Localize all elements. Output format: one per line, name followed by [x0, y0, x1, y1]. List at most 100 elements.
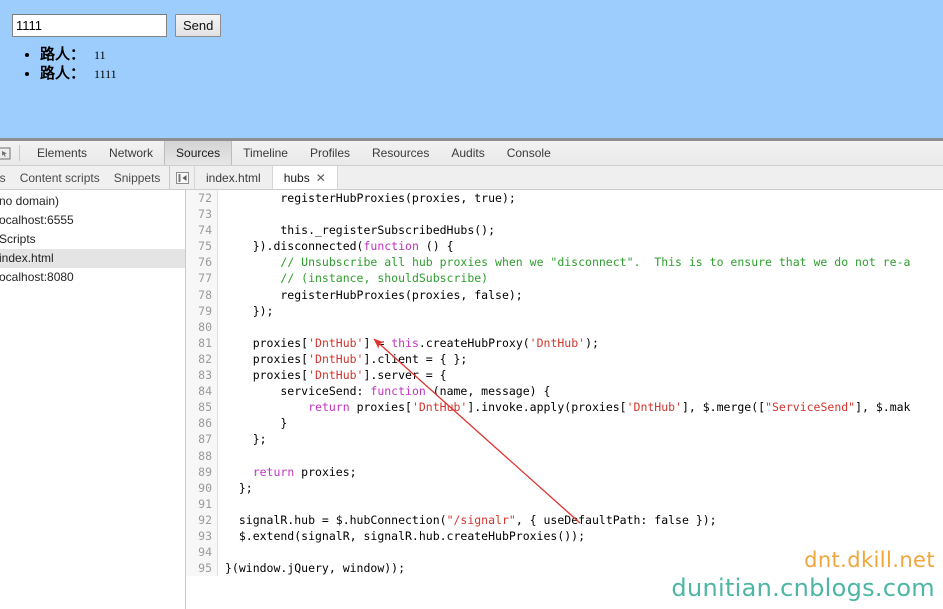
code-text[interactable]: return proxies['DntHub'].invoke.apply(pr…	[218, 399, 910, 415]
file-tab-label: index.html	[206, 170, 261, 185]
code-text[interactable]: registerHubProxies(proxies, false);	[218, 287, 522, 303]
code-text[interactable]	[218, 544, 225, 560]
navigator-tab-strip: es Content scripts Snippets	[0, 166, 170, 189]
list-item: 路人： 1111	[40, 65, 117, 84]
line-number[interactable]: 75	[186, 238, 218, 255]
code-text[interactable]: // (instance, shouldSubscribe)	[218, 270, 488, 286]
line-number[interactable]: 87	[186, 431, 218, 448]
nav-tab-content-scripts[interactable]: Content scripts	[13, 171, 107, 185]
code-text[interactable]	[218, 206, 225, 222]
code-text[interactable]: // Unsubscribe all hub proxies when we "…	[218, 254, 910, 270]
web-page-viewport: Send 路人： 11 路人： 1111	[0, 0, 943, 138]
line-number[interactable]: 77	[186, 270, 218, 287]
source-code-editor[interactable]: 72 registerHubProxies(proxies, true); 73 7…	[186, 190, 943, 609]
tree-item-no-domain[interactable]: no domain)	[0, 192, 185, 211]
tree-item-index-html[interactable]: index.html	[0, 249, 185, 268]
line-number[interactable]: 74	[186, 222, 218, 239]
message-list: 路人： 11 路人： 1111	[12, 46, 117, 84]
devtools-toolbar: Elements Network Sources Timeline Profil…	[0, 141, 943, 166]
list-item: 路人： 11	[40, 46, 117, 65]
line-number[interactable]: 85	[186, 399, 218, 416]
line-number[interactable]: 92	[186, 511, 218, 528]
line-number[interactable]: 72	[186, 190, 218, 207]
file-tab-label: hubs	[283, 170, 310, 185]
code-text[interactable]: });	[218, 303, 274, 319]
tab-elements[interactable]: Elements	[26, 141, 98, 165]
code-text[interactable]: proxies['DntHub'].client = { };	[218, 351, 468, 367]
line-number[interactable]: 90	[186, 479, 218, 496]
code-text[interactable]: proxies['DntHub'] = this.createHubProxy(…	[218, 335, 599, 351]
code-line: 79 });	[186, 302, 910, 319]
code-text[interactable]: }).disconnected(function () {	[218, 238, 454, 254]
line-number[interactable]: 94	[186, 544, 218, 561]
message-input[interactable]	[12, 14, 167, 37]
code-line: 83 proxies['DntHub'].server = {	[186, 367, 910, 384]
file-navigator-tree[interactable]: no domain) ocalhost:6555 Scripts index.h…	[0, 190, 186, 609]
tree-item-localhost-8080[interactable]: ocalhost:8080	[0, 268, 185, 287]
line-number[interactable]: 73	[186, 206, 218, 223]
line-number[interactable]: 89	[186, 463, 218, 480]
code-line: 73	[186, 206, 910, 223]
code-line: 95}(window.jQuery, window));	[186, 560, 910, 577]
file-tab-index-html[interactable]: index.html	[195, 166, 273, 189]
code-text[interactable]: };	[218, 431, 267, 447]
line-number[interactable]: 81	[186, 334, 218, 351]
tab-profiles[interactable]: Profiles	[299, 141, 361, 165]
code-line: 78 registerHubProxies(proxies, false);	[186, 286, 910, 303]
line-number[interactable]: 88	[186, 447, 218, 464]
code-line: 86 }	[186, 415, 910, 432]
code-text[interactable]: }(window.jQuery, window));	[218, 560, 405, 576]
code-text[interactable]: signalR.hub = $.hubConnection("/signalr"…	[218, 512, 717, 528]
code-text[interactable]: this._registerSubscribedHubs();	[218, 222, 495, 238]
tree-item-localhost-6555[interactable]: ocalhost:6555	[0, 211, 185, 230]
tree-item-label: no domain)	[0, 194, 60, 208]
line-number[interactable]: 78	[186, 286, 218, 303]
code-text[interactable]: proxies['DntHub'].server = {	[218, 367, 447, 383]
code-text[interactable]: }	[218, 415, 287, 431]
tab-resources[interactable]: Resources	[361, 141, 440, 165]
line-number[interactable]: 76	[186, 254, 218, 271]
line-number[interactable]: 84	[186, 383, 218, 400]
code-line: 88	[186, 447, 910, 464]
code-text[interactable]	[218, 319, 225, 335]
line-number[interactable]: 93	[186, 527, 218, 545]
tab-audits[interactable]: Audits	[440, 141, 495, 165]
code-text[interactable]: registerHubProxies(proxies, true);	[218, 190, 515, 206]
line-number[interactable]: 91	[186, 495, 218, 512]
nav-tab-snippets[interactable]: Snippets	[107, 171, 168, 185]
code-text[interactable]: $.extend(signalR, signalR.hub.createHubP…	[218, 528, 585, 544]
code-line: 85 return proxies['DntHub'].invoke.apply…	[186, 399, 910, 416]
tree-item-label: index.html	[0, 251, 54, 265]
send-button[interactable]: Send	[175, 14, 222, 37]
close-icon[interactable]: ✕	[316, 171, 326, 185]
code-line: 84 serviceSend: function (name, message)…	[186, 383, 910, 400]
devtools-panel: Elements Network Sources Timeline Profil…	[0, 138, 943, 609]
tab-sources[interactable]: Sources	[164, 141, 233, 165]
line-number[interactable]: 83	[186, 367, 218, 384]
code-text[interactable]	[218, 496, 225, 512]
tab-timeline[interactable]: Timeline	[232, 141, 299, 165]
tab-network[interactable]: Network	[98, 141, 164, 165]
file-tab-hubs[interactable]: hubs ✕	[272, 166, 338, 189]
code-text[interactable]: return proxies;	[218, 464, 357, 480]
screenshot-root: Send 路人： 11 路人： 1111 Elements Network Sour…	[0, 0, 943, 609]
inspect-element-icon[interactable]	[0, 141, 15, 165]
code-text[interactable]: };	[218, 480, 253, 496]
tree-item-scripts[interactable]: Scripts	[0, 230, 185, 249]
line-number[interactable]: 80	[186, 318, 218, 335]
tab-navigation-icon[interactable]	[170, 166, 195, 189]
line-number[interactable]: 82	[186, 350, 218, 368]
code-line: 91	[186, 495, 910, 512]
code-line: 93 $.extend(signalR, signalR.hub.createH…	[186, 527, 910, 545]
code-text[interactable]	[218, 448, 225, 464]
code-text[interactable]: serviceSend: function (name, message) {	[218, 383, 550, 399]
code-line: 89 return proxies;	[186, 463, 910, 480]
line-number[interactable]: 79	[186, 302, 218, 319]
file-tab-strip: index.html hubs ✕	[170, 166, 943, 189]
code-line: 72 registerHubProxies(proxies, true);	[186, 190, 910, 207]
code-line: 90 };	[186, 479, 910, 496]
line-number[interactable]: 95	[186, 560, 218, 577]
tab-console[interactable]: Console	[496, 141, 562, 165]
nav-tab-sources[interactable]: es	[0, 171, 13, 185]
line-number[interactable]: 86	[186, 415, 218, 432]
